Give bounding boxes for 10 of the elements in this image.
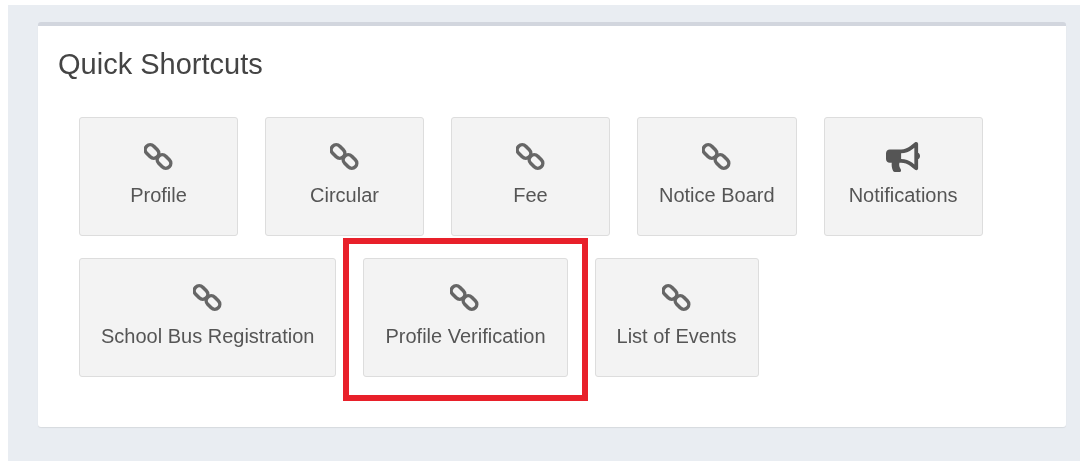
shortcut-button[interactable]: Notice Board (637, 117, 797, 236)
card-title: Quick Shortcuts (58, 48, 264, 81)
shortcut-button[interactable]: Fee (451, 117, 610, 236)
shortcut-button[interactable]: List of Events (594, 258, 759, 377)
shortcut-button[interactable]: Profile (79, 117, 238, 236)
megaphone-icon (886, 140, 921, 174)
shortcut-button[interactable]: Notifications (823, 117, 983, 236)
shortcut-button[interactable]: School Bus Registration (79, 258, 337, 377)
shortcut-button[interactable]: Circular (265, 117, 424, 236)
shortcut-button[interactable]: Profile Verification (363, 258, 568, 377)
